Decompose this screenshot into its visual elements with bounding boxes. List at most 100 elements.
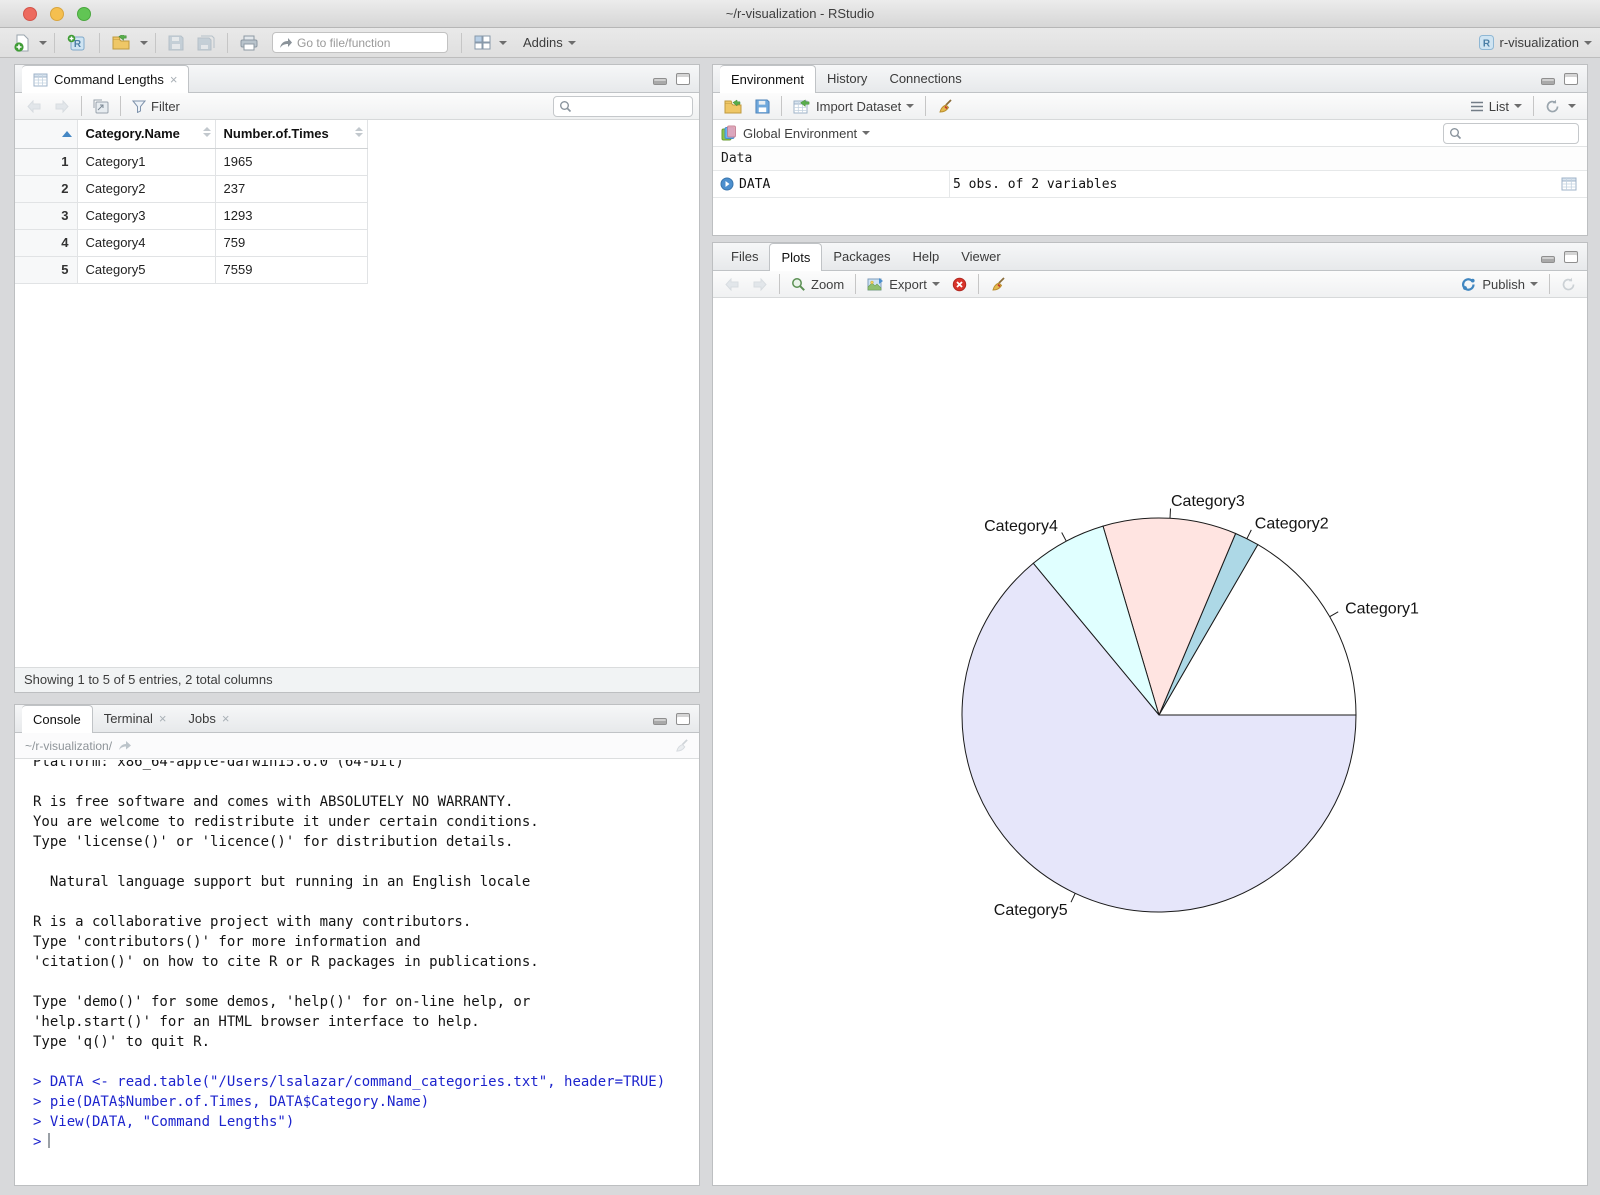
- addins-label: Addins: [523, 35, 563, 50]
- search-icon: [1450, 127, 1462, 139]
- maximize-pane-icon[interactable]: [1564, 73, 1578, 85]
- data-viewer-pane: Command Lengths × Filter Category.Name N…: [14, 64, 700, 693]
- project-menu-button[interactable]: R r-visualization: [1478, 34, 1592, 51]
- table-row[interactable]: 2 Category2 237: [15, 175, 368, 203]
- load-workspace-button[interactable]: [719, 94, 748, 118]
- tab-help[interactable]: Help: [901, 243, 950, 270]
- list-view-caret: [1514, 104, 1522, 108]
- global-environment-button[interactable]: Global Environment: [743, 121, 871, 145]
- maximize-pane-icon[interactable]: [676, 73, 690, 85]
- open-file-button[interactable]: [107, 31, 137, 55]
- table-row[interactable]: 4 Category4 759: [15, 229, 368, 257]
- viewer-search-input[interactable]: [576, 99, 682, 113]
- minimize-pane-icon[interactable]: [1541, 256, 1555, 263]
- tab-command-lengths[interactable]: Command Lengths ×: [22, 65, 190, 93]
- pie-label: Category5: [994, 902, 1068, 919]
- close-icon[interactable]: ×: [159, 712, 167, 725]
- forward-button[interactable]: [49, 94, 75, 118]
- close-icon[interactable]: ×: [222, 712, 230, 725]
- environment-scope-bar: Global Environment: [713, 120, 1587, 147]
- funnel-icon: [132, 100, 146, 113]
- tab-environment[interactable]: Environment: [720, 65, 816, 93]
- next-plot-button[interactable]: [747, 272, 773, 296]
- maximize-pane-icon[interactable]: [676, 713, 690, 725]
- sort-carets-icon[interactable]: [202, 127, 211, 137]
- pie-label-tick: [1246, 529, 1252, 539]
- new-file-caret[interactable]: [39, 40, 47, 45]
- tab-viewer[interactable]: Viewer: [950, 243, 1012, 270]
- publish-button[interactable]: Publish: [1455, 272, 1543, 296]
- row-number-header[interactable]: [15, 120, 78, 149]
- console-line: R is free software and comes with ABSOLU…: [33, 794, 514, 810]
- panes-layout-button[interactable]: [469, 31, 496, 55]
- column-header-category-name[interactable]: Category.Name: [77, 120, 216, 149]
- environment-object-row[interactable]: DATA 5 obs. of 2 variables: [713, 171, 1587, 198]
- goto-file-box[interactable]: [272, 32, 448, 53]
- viewer-search-box[interactable]: [553, 95, 693, 117]
- pie-label-tick: [1329, 611, 1339, 618]
- tab-packages[interactable]: Packages: [822, 243, 901, 270]
- tab-files[interactable]: Files: [720, 243, 769, 270]
- console-output[interactable]: Platform: x86_64-apple-darwin15.6.0 (64-…: [15, 760, 699, 1185]
- goto-directory-icon[interactable]: [118, 740, 132, 751]
- clear-environment-button[interactable]: [932, 94, 958, 118]
- column-header-number-of-times[interactable]: Number.of.Times: [215, 120, 368, 149]
- console-prompt[interactable]: >: [33, 1132, 699, 1152]
- expand-object-icon[interactable]: [720, 177, 734, 191]
- save-all-button[interactable]: [192, 31, 220, 55]
- minimize-pane-icon[interactable]: [653, 78, 667, 85]
- save-button[interactable]: [163, 31, 189, 55]
- sort-carets-icon[interactable]: [354, 127, 363, 137]
- tab-history[interactable]: History: [816, 65, 878, 92]
- tab-console[interactable]: Console: [22, 705, 93, 733]
- goto-file-input[interactable]: [297, 35, 417, 50]
- new-project-button[interactable]: R: [62, 31, 92, 55]
- list-view-button[interactable]: List: [1465, 94, 1527, 118]
- tab-jobs[interactable]: Jobs ×: [177, 705, 240, 732]
- table-row[interactable]: 3 Category3 1293: [15, 202, 368, 230]
- popout-button[interactable]: [88, 94, 114, 118]
- minimize-pane-icon[interactable]: [1541, 78, 1555, 85]
- environment-search-input[interactable]: [1466, 126, 1572, 140]
- export-image-icon: [867, 278, 884, 291]
- back-button[interactable]: [21, 94, 47, 118]
- refresh-environment-button[interactable]: [1540, 94, 1581, 118]
- console-line: Platform: x86_64-apple-darwin15.6.0 (64-…: [33, 760, 404, 770]
- save-workspace-button[interactable]: [750, 94, 775, 118]
- forward-arrow-icon: [55, 99, 69, 113]
- plots-tabstrip: Files Plots Packages Help Viewer: [713, 243, 1587, 271]
- tab-connections[interactable]: Connections: [878, 65, 972, 92]
- view-data-icon[interactable]: [1561, 177, 1577, 191]
- tab-terminal[interactable]: Terminal ×: [93, 705, 178, 732]
- print-button[interactable]: [235, 31, 263, 55]
- clear-all-plots-button[interactable]: [985, 272, 1011, 296]
- new-file-button[interactable]: [8, 31, 36, 55]
- viewer-toolbar: Filter: [15, 93, 699, 120]
- refresh-icon: [1562, 277, 1575, 290]
- pie-chart: Category1 Category2 Category3 Category4 Cate…: [961, 493, 1419, 919]
- minimize-pane-icon[interactable]: [653, 718, 667, 725]
- console-line: 'citation()' on how to cite R or R packa…: [33, 954, 539, 970]
- filter-button[interactable]: Filter: [127, 94, 185, 118]
- panes-layout-caret[interactable]: [499, 40, 507, 45]
- zoom-plot-button[interactable]: Zoom: [786, 272, 849, 296]
- environment-pane: Environment History Connections Import D…: [712, 64, 1588, 236]
- environment-search-box[interactable]: [1443, 122, 1579, 144]
- table-row[interactable]: 1 Category1 1965: [15, 148, 368, 176]
- refresh-caret[interactable]: [1568, 104, 1576, 108]
- close-icon[interactable]: ×: [170, 73, 178, 86]
- previous-plot-button[interactable]: [719, 272, 745, 296]
- clear-console-icon[interactable]: [674, 738, 689, 753]
- addins-button[interactable]: Addins: [518, 31, 581, 55]
- refresh-plot-button[interactable]: [1556, 272, 1581, 296]
- filter-label: Filter: [151, 98, 180, 114]
- maximize-pane-icon[interactable]: [1564, 251, 1578, 263]
- remove-plot-button[interactable]: [947, 272, 972, 296]
- import-dataset-button[interactable]: Import Dataset: [788, 94, 919, 118]
- table-row[interactable]: 5 Category5 7559: [15, 256, 368, 284]
- open-file-caret[interactable]: [140, 40, 148, 45]
- tab-plots[interactable]: Plots: [769, 243, 823, 271]
- export-plot-button[interactable]: Export: [862, 272, 945, 296]
